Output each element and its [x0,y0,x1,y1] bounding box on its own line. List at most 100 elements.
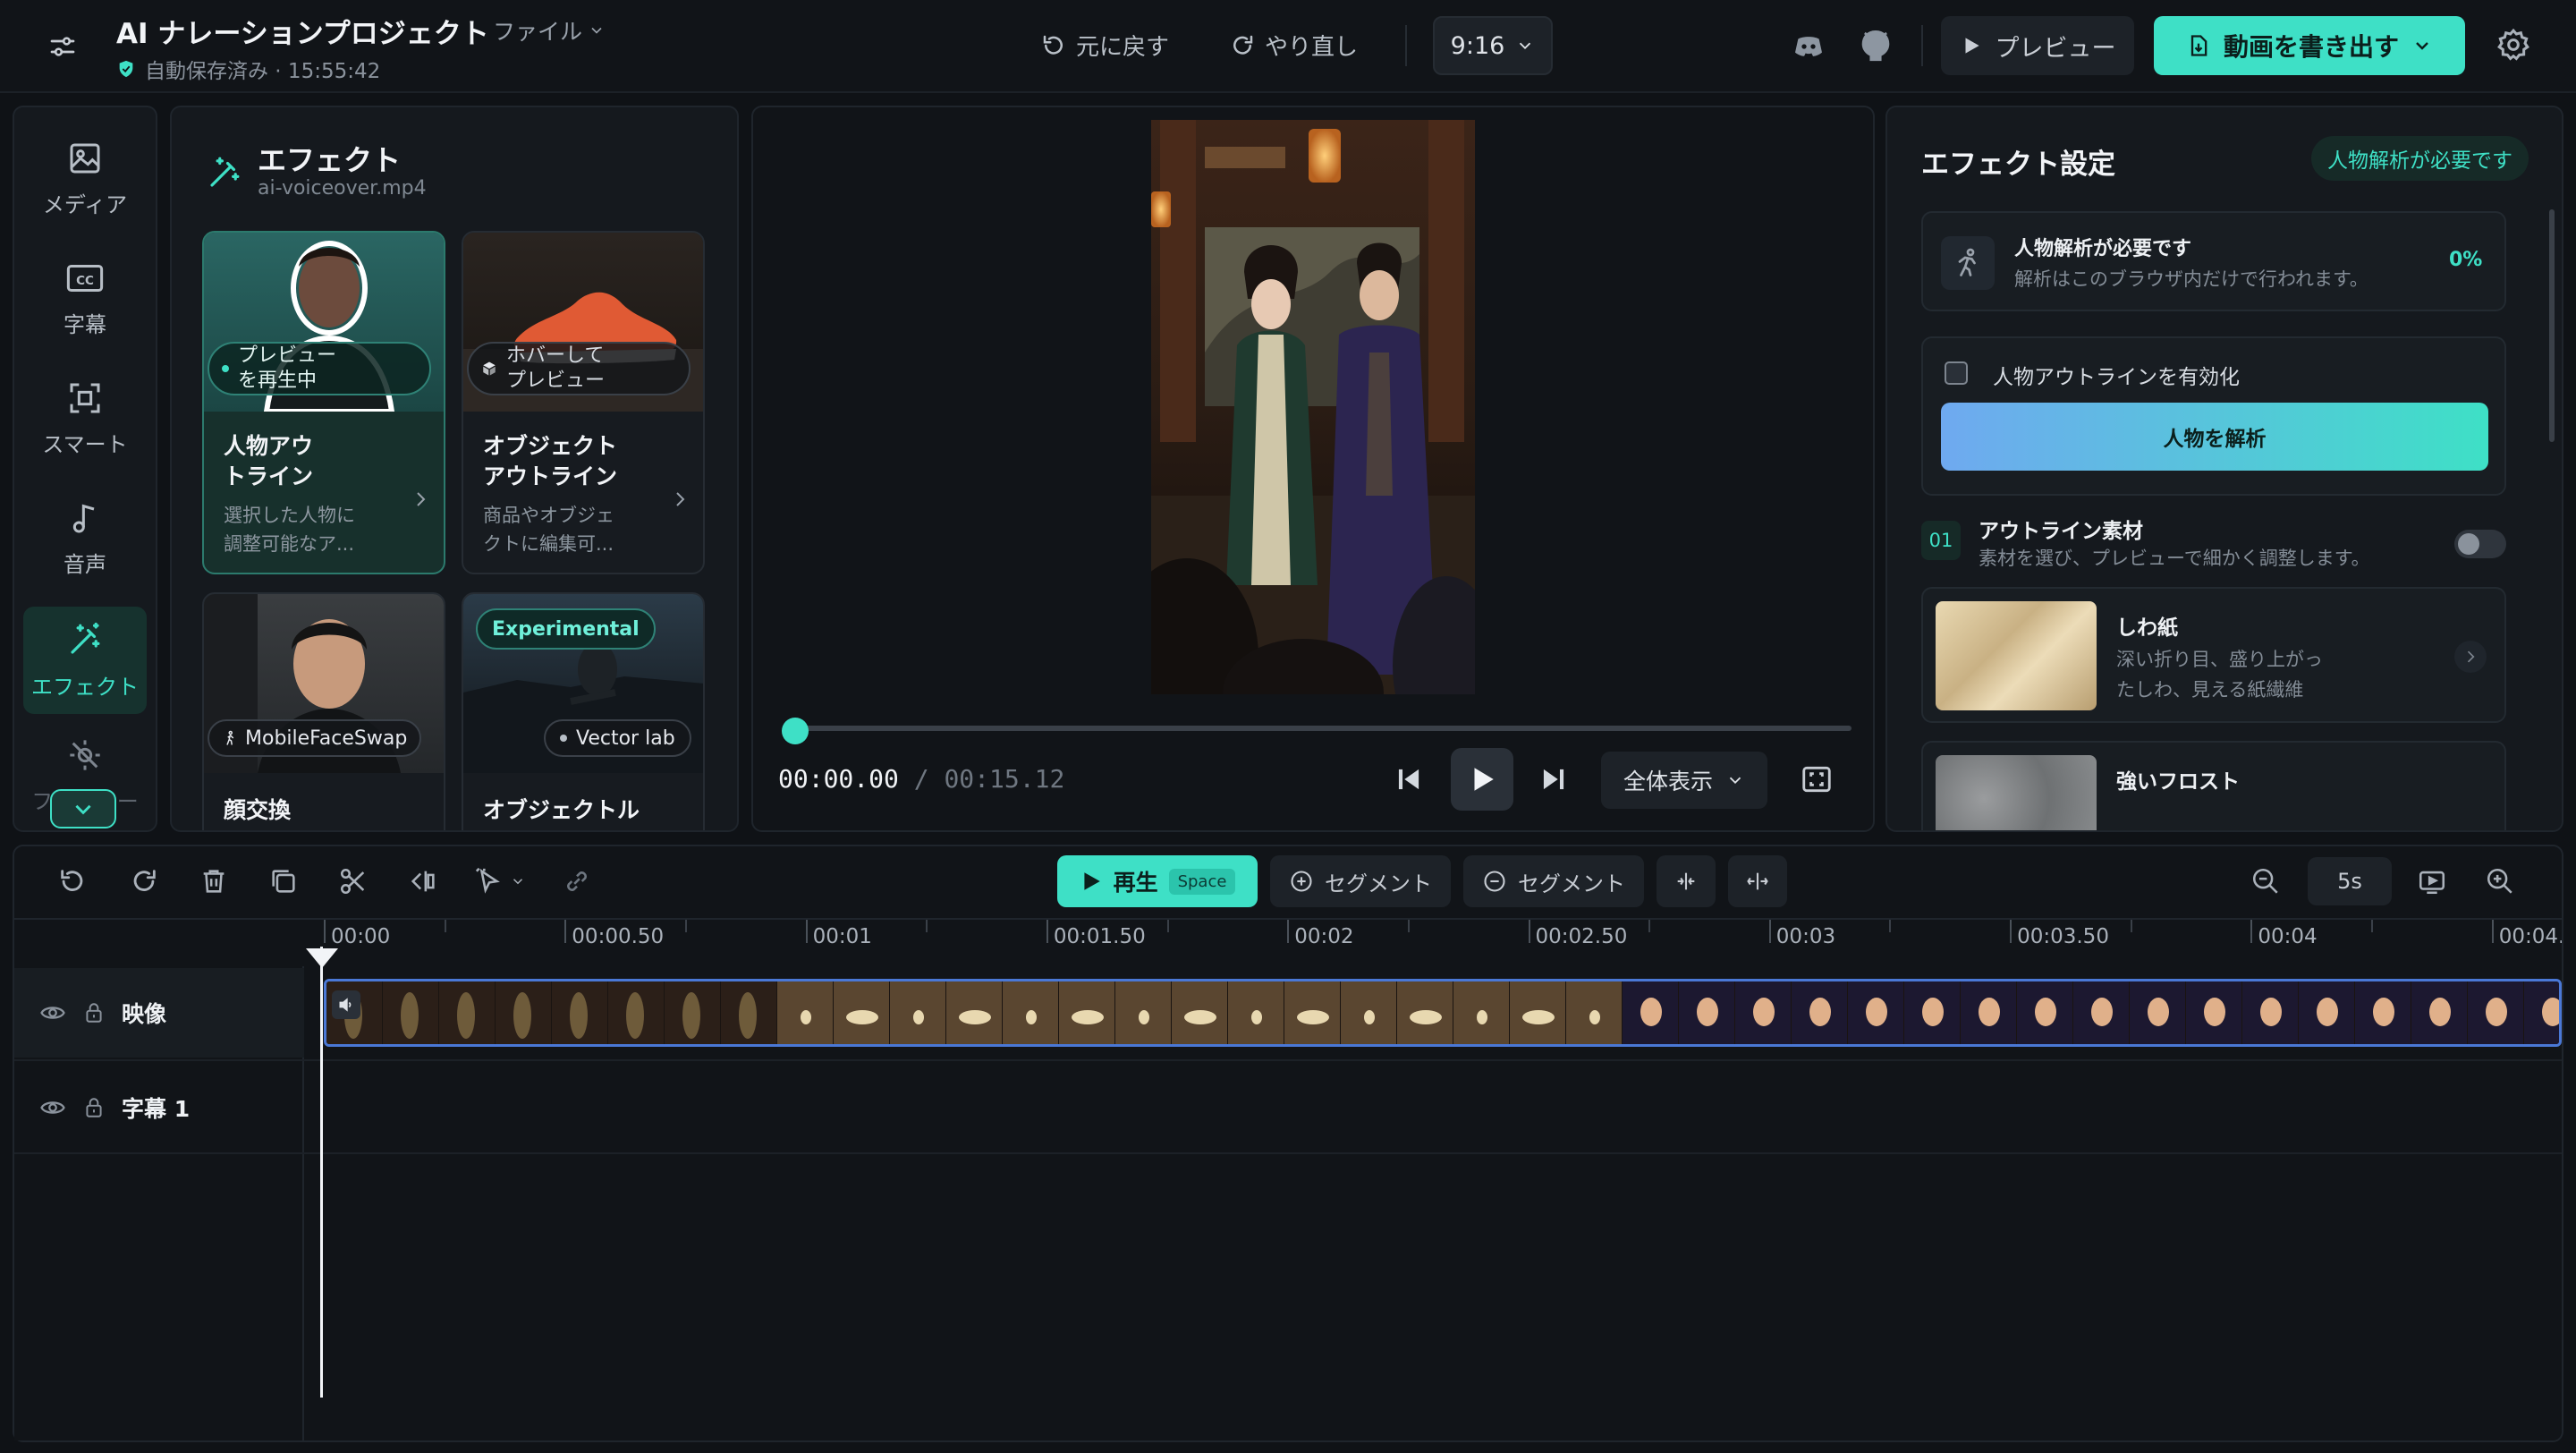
track-divider [14,1059,2562,1061]
video-progress-track[interactable] [796,726,1852,731]
lock-icon[interactable] [82,1001,106,1024]
project-title[interactable]: AI ナレーションプロジェクト [116,11,489,51]
collapse-segments-button[interactable] [1657,855,1716,907]
autosave-status: 自動保存済み · 15:55:42 [116,54,380,84]
github-icon[interactable] [1857,27,1894,64]
material-item[interactable]: 強いフロスト [1921,741,2506,830]
fullscreen-icon[interactable] [1800,762,1834,796]
skip-forward-icon[interactable] [1537,762,1571,796]
trash-icon[interactable] [199,866,229,896]
effect-card-person-outline[interactable]: プレビュー を再生中 人物アウ トライン 選択した人物に 調整可能なア... [202,231,445,574]
analysis-title: 人物解析が必要です [2014,238,2192,260]
ruler-major-tick [1287,920,1290,943]
zoom-out-icon[interactable] [2250,866,2281,896]
select-tool-dropdown[interactable] [474,866,526,896]
effect-card-object-outline[interactable]: ホバーして プレビュー オブジェクト アウトライン 商品やオブジェ クトに編集可… [462,231,705,574]
chevron-right-icon [669,489,691,510]
material-name: しわ紙 [2116,616,2178,640]
zoom-in-icon[interactable] [2485,866,2515,896]
effect-card-vector-lab[interactable]: Experimental Vector lab オブジェクトル [462,592,705,830]
eye-icon[interactable] [39,1094,66,1121]
person-icon-box [1941,236,1995,290]
discord-icon[interactable] [1791,29,1826,64]
export-button[interactable]: 動画を書き出す [2154,16,2465,75]
settings-sliders-icon[interactable] [47,30,79,63]
zoom-level[interactable]: 5s [2308,857,2392,905]
link-icon[interactable] [562,866,592,896]
eye-icon[interactable] [39,999,66,1026]
timeline-ruler[interactable]: 00:00 00:00.50 00:01 00:01.50 00:02 00:02.50 0… [14,920,2562,966]
svg-text:CC: CC [76,273,94,287]
track-header-video[interactable]: 映像 [14,968,304,1058]
effect-card-face-swap[interactable]: MobileFaceSwap 顔交換 [202,592,445,830]
track-header-subtitle[interactable]: 字幕 1 [14,1063,304,1152]
lock-icon[interactable] [82,1096,106,1119]
redo-icon[interactable] [129,866,159,896]
remove-segment-label: セグメント [1518,871,1625,896]
play-icon [1960,34,1983,57]
ruler-tick-label: 00:03 [1775,925,1836,948]
sidebar-item-label: メディア [42,191,128,217]
material-description: 深い折り目、盛り上がっ たしわ、見える紙繊維 [2116,644,2323,705]
video-frame[interactable] [1151,120,1475,694]
split-left-icon[interactable] [408,866,438,896]
toggle-knob [2458,533,2479,555]
file-menu[interactable]: ファイル [493,14,606,47]
settings-title: エフェクト設定 [1921,149,2115,181]
fit-value: 全体表示 [1623,769,1713,794]
undo-icon[interactable] [57,866,88,896]
playhead-handle[interactable] [306,948,338,968]
fit-select[interactable]: 全体表示 [1601,752,1767,809]
sidebar-scroll-down-button[interactable] [50,789,116,828]
remove-segment-button[interactable]: セグメント [1463,855,1644,907]
material-item[interactable]: しわ紙 深い折り目、盛り上がっ たしわ、見える紙繊維 [1921,587,2506,723]
skip-back-icon[interactable] [1392,762,1426,796]
effects-panel: エフェクト ai-voiceover.mp4 プレビュー を再生中 人物アウ ト… [170,106,739,832]
analysis-percent: 0% [2449,249,2483,271]
video-clip-filmstrip [326,981,2559,1044]
redo-button[interactable]: やり直し [1229,29,1358,62]
preview-button[interactable]: プレビュー [1941,16,2134,75]
settings-scrollbar[interactable] [2549,209,2555,442]
playhead-line[interactable] [320,947,323,1398]
effect-card-title: 顔交換 [224,797,292,823]
enable-outline-checkbox[interactable] [1945,361,1968,385]
video-progress-thumb[interactable] [782,718,809,744]
time-display: 00:00.00 / 00:15.12 [778,764,1064,794]
duplicate-icon[interactable] [268,866,299,896]
sidebar-item-subtitles[interactable]: CC 字幕 [23,245,147,353]
track-label: 映像 [122,1001,167,1027]
scissors-icon[interactable] [338,866,369,896]
redo-label: やり直し [1265,34,1359,61]
aspect-ratio-select[interactable]: 9:16 [1433,16,1553,75]
fit-timeline-icon[interactable] [2417,866,2447,896]
analysis-description: 解析はこのブラウザ内だけで行われます。 [2014,268,2368,290]
ruler-tick-label: 00:02 [1294,925,1354,948]
play-button[interactable] [1451,748,1513,811]
undo-button[interactable]: 元に戻す [1040,29,1169,62]
track-label: 字幕 1 [122,1096,191,1122]
sidebar-item-effects[interactable]: エフェクト [23,607,147,714]
ruler-major-tick [2010,920,2012,943]
cursor-pointer-icon [474,866,504,896]
chevron-down-icon [510,873,526,889]
sidebar-item-smart[interactable]: スマート [23,365,147,472]
expand-segments-button[interactable] [1728,855,1787,907]
desc-line: 深い折り目、盛り上がっ [2116,649,2323,670]
clip-volume-button[interactable] [332,990,360,1019]
analyze-person-button[interactable]: 人物を解析 [1941,403,2488,471]
effect-settings-panel: エフェクト設定 人物解析が必要です 人物解析が必要です 解析はこのブラウザ内だけ… [1885,106,2563,832]
add-segment-button[interactable]: セグメント [1270,855,1451,907]
material-chevron-button[interactable] [2454,641,2487,673]
chevron-right-icon [410,489,431,510]
video-clip[interactable] [324,979,2562,1047]
magic-wand-icon [206,154,243,191]
timeline-play-button[interactable]: 再生 Space [1057,855,1258,907]
material-name: 強いフロスト [2116,770,2240,794]
gear-icon[interactable] [2496,27,2531,63]
ruler-major-tick [2491,920,2494,943]
person-walk-icon [222,730,238,746]
sidebar-item-media[interactable]: メディア [23,125,147,233]
outline-material-toggle[interactable] [2454,530,2506,558]
sidebar-item-audio[interactable]: 音声 [23,485,147,592]
